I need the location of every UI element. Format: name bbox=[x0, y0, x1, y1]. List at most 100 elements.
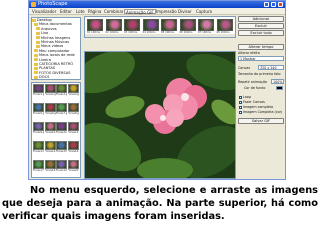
option-label: Imagem completa bbox=[243, 105, 273, 109]
thumbnail-item[interactable]: Flores14.jpg bbox=[44, 141, 56, 155]
tab-combinar[interactable]: Combinar bbox=[103, 9, 124, 14]
flower-preview-image bbox=[85, 52, 235, 178]
thumbnail-image bbox=[44, 103, 56, 112]
delete-all-button[interactable]: Excluir tudo bbox=[238, 30, 284, 36]
thumbnail-image bbox=[33, 141, 44, 150]
thumbnail-item[interactable]: Flores1.jpg bbox=[33, 84, 44, 98]
change-time-button[interactable]: Alterar tempo bbox=[238, 44, 284, 50]
thumbnail-caption: Flores17.jpg bbox=[33, 169, 44, 172]
tab-lote[interactable]: Lote bbox=[75, 9, 86, 14]
frame-thumbnail bbox=[142, 19, 159, 31]
thumbnail-image bbox=[44, 122, 56, 131]
animation-preview bbox=[84, 51, 236, 179]
bg-color-label: Cor de fundo bbox=[244, 86, 266, 90]
option-checkbox[interactable]: Imagem Completa (cor) bbox=[239, 110, 282, 114]
canvas-label: Canvas bbox=[238, 66, 251, 70]
thumbnail-image bbox=[67, 160, 79, 169]
thumbnail-item[interactable]: Flores13.jpg bbox=[33, 141, 44, 155]
frame-thumbnail bbox=[179, 19, 196, 31]
tab-visualizador[interactable]: Visualizador bbox=[31, 9, 57, 14]
canvas-size-field[interactable]: 320 x 240 bbox=[258, 65, 284, 70]
thumbnail-item[interactable]: Flores4.jpg bbox=[67, 84, 79, 98]
thumbnail-item[interactable]: Flores17.jpg bbox=[33, 160, 44, 174]
thumbnail-item[interactable]: Flores19.jpg bbox=[56, 160, 67, 174]
thumbnail-caption: Flores2.jpg bbox=[44, 93, 56, 96]
thumbnail-item[interactable]: Flores3.jpg bbox=[56, 84, 67, 98]
thumbnail-caption: Flores9.jpg bbox=[33, 131, 44, 134]
thumbnail-item[interactable]: Flores11.jpg bbox=[56, 122, 67, 136]
folder-icon bbox=[34, 66, 38, 70]
thumbnail-item[interactable]: Flores2.jpg bbox=[44, 84, 56, 98]
thumbnail-image bbox=[56, 103, 67, 112]
tab-animacao-gif[interactable]: Animação GIF bbox=[124, 9, 156, 15]
thumbnail-caption: Flores7.jpg bbox=[56, 112, 67, 115]
animation-options-panel: Adicionar Excluir Excluir tudo Alterar t… bbox=[238, 16, 284, 179]
thumbnail-item[interactable]: Flores18.jpg bbox=[44, 160, 56, 174]
thumbnail-item[interactable]: Flores5.jpg bbox=[33, 103, 44, 117]
thumbnail-item[interactable]: Flores12.jpg bbox=[67, 122, 79, 136]
tab-captura[interactable]: Captura bbox=[195, 9, 213, 14]
option-checkbox[interactable]: Imagem completa bbox=[239, 105, 273, 109]
checkbox-box bbox=[239, 105, 242, 109]
title-bar: PhotoScape bbox=[29, 1, 285, 8]
tutorial-caption: No menu esquerdo, selecione e arraste as… bbox=[2, 185, 318, 222]
close-button[interactable] bbox=[278, 2, 283, 7]
thumbnail-image bbox=[33, 160, 44, 169]
strip-scrollbar[interactable] bbox=[85, 34, 235, 37]
tab-editor[interactable]: Editor bbox=[59, 9, 73, 14]
thumbnail-item[interactable]: Flores8.jpg bbox=[67, 103, 79, 117]
thumbnail-image bbox=[33, 122, 44, 131]
folder-icon bbox=[36, 27, 40, 31]
repeat-label: Repetir animação bbox=[238, 80, 268, 84]
repeat-field[interactable]: 100% bbox=[271, 79, 284, 84]
tree-item[interactable]: DOCS bbox=[32, 75, 80, 79]
tab-divisor[interactable]: Divisor bbox=[177, 9, 193, 14]
save-gif-button[interactable]: Salvar GIF bbox=[238, 118, 284, 124]
option-checkbox[interactable]: Loop bbox=[239, 95, 251, 99]
trash-icon bbox=[34, 58, 38, 62]
checkbox-box bbox=[239, 95, 242, 99]
maximize-button[interactable] bbox=[271, 2, 276, 7]
thumbnail-image bbox=[56, 160, 67, 169]
folder-tree: Desktop Meus documentos Arquivos Lixo Mi… bbox=[31, 17, 81, 80]
window-title: PhotoScape bbox=[38, 1, 68, 7]
thumbnail-image bbox=[67, 122, 79, 131]
thumbnail-caption: Flores19.jpg bbox=[56, 169, 67, 172]
minimize-button[interactable] bbox=[264, 2, 269, 7]
network-icon bbox=[34, 53, 38, 57]
thumbnail-image bbox=[56, 122, 67, 131]
tab-impressao[interactable]: Impressão bbox=[155, 9, 178, 14]
folder-icon bbox=[36, 31, 40, 35]
folder-icon bbox=[34, 75, 38, 79]
folder-icon bbox=[36, 45, 40, 49]
thumbnail-caption: Flores20.jpg bbox=[67, 169, 79, 172]
folder-icon bbox=[34, 23, 38, 27]
option-checkbox[interactable]: Fazer Canvas bbox=[239, 100, 265, 104]
thumbnail-item[interactable]: Flores7.jpg bbox=[56, 103, 67, 117]
thumbnail-item[interactable]: Flores15.jpg bbox=[56, 141, 67, 155]
thumbnail-item[interactable]: Flores16.jpg bbox=[67, 141, 79, 155]
frame-thumbnail bbox=[198, 19, 214, 31]
tab-toolbar: Visualizador Editor Lote Página Combinar… bbox=[29, 8, 285, 15]
delete-button[interactable]: Excluir bbox=[238, 23, 284, 29]
option-label: Loop bbox=[243, 95, 251, 99]
thumbnail-item[interactable]: Flores6.jpg bbox=[44, 103, 56, 117]
tab-pagina[interactable]: Página bbox=[87, 9, 102, 14]
frame-thumbnail bbox=[124, 19, 140, 31]
add-button[interactable]: Adicionar bbox=[238, 16, 284, 22]
effect-select[interactable]: 1 Mostrar bbox=[238, 56, 284, 61]
thumbnail-caption: Flores13.jpg bbox=[33, 150, 44, 153]
bg-color-swatch[interactable] bbox=[276, 86, 283, 90]
app-icon bbox=[31, 2, 36, 7]
thumbnail-item[interactable]: Flores9.jpg bbox=[33, 122, 44, 136]
thumbnail-item[interactable]: Flores10.jpg bbox=[44, 122, 56, 136]
thumbnail-image bbox=[56, 141, 67, 150]
thumbnail-item[interactable]: Flores20.jpg bbox=[67, 160, 79, 174]
thumbnail-image bbox=[44, 160, 56, 169]
thumbnail-caption: Flores12.jpg bbox=[67, 131, 79, 134]
folder-icon bbox=[34, 71, 38, 75]
computer-icon bbox=[34, 49, 38, 53]
checkbox-box bbox=[239, 110, 242, 114]
thumbnail-caption: Flores3.jpg bbox=[56, 93, 67, 96]
thumbnail-image bbox=[67, 103, 79, 112]
